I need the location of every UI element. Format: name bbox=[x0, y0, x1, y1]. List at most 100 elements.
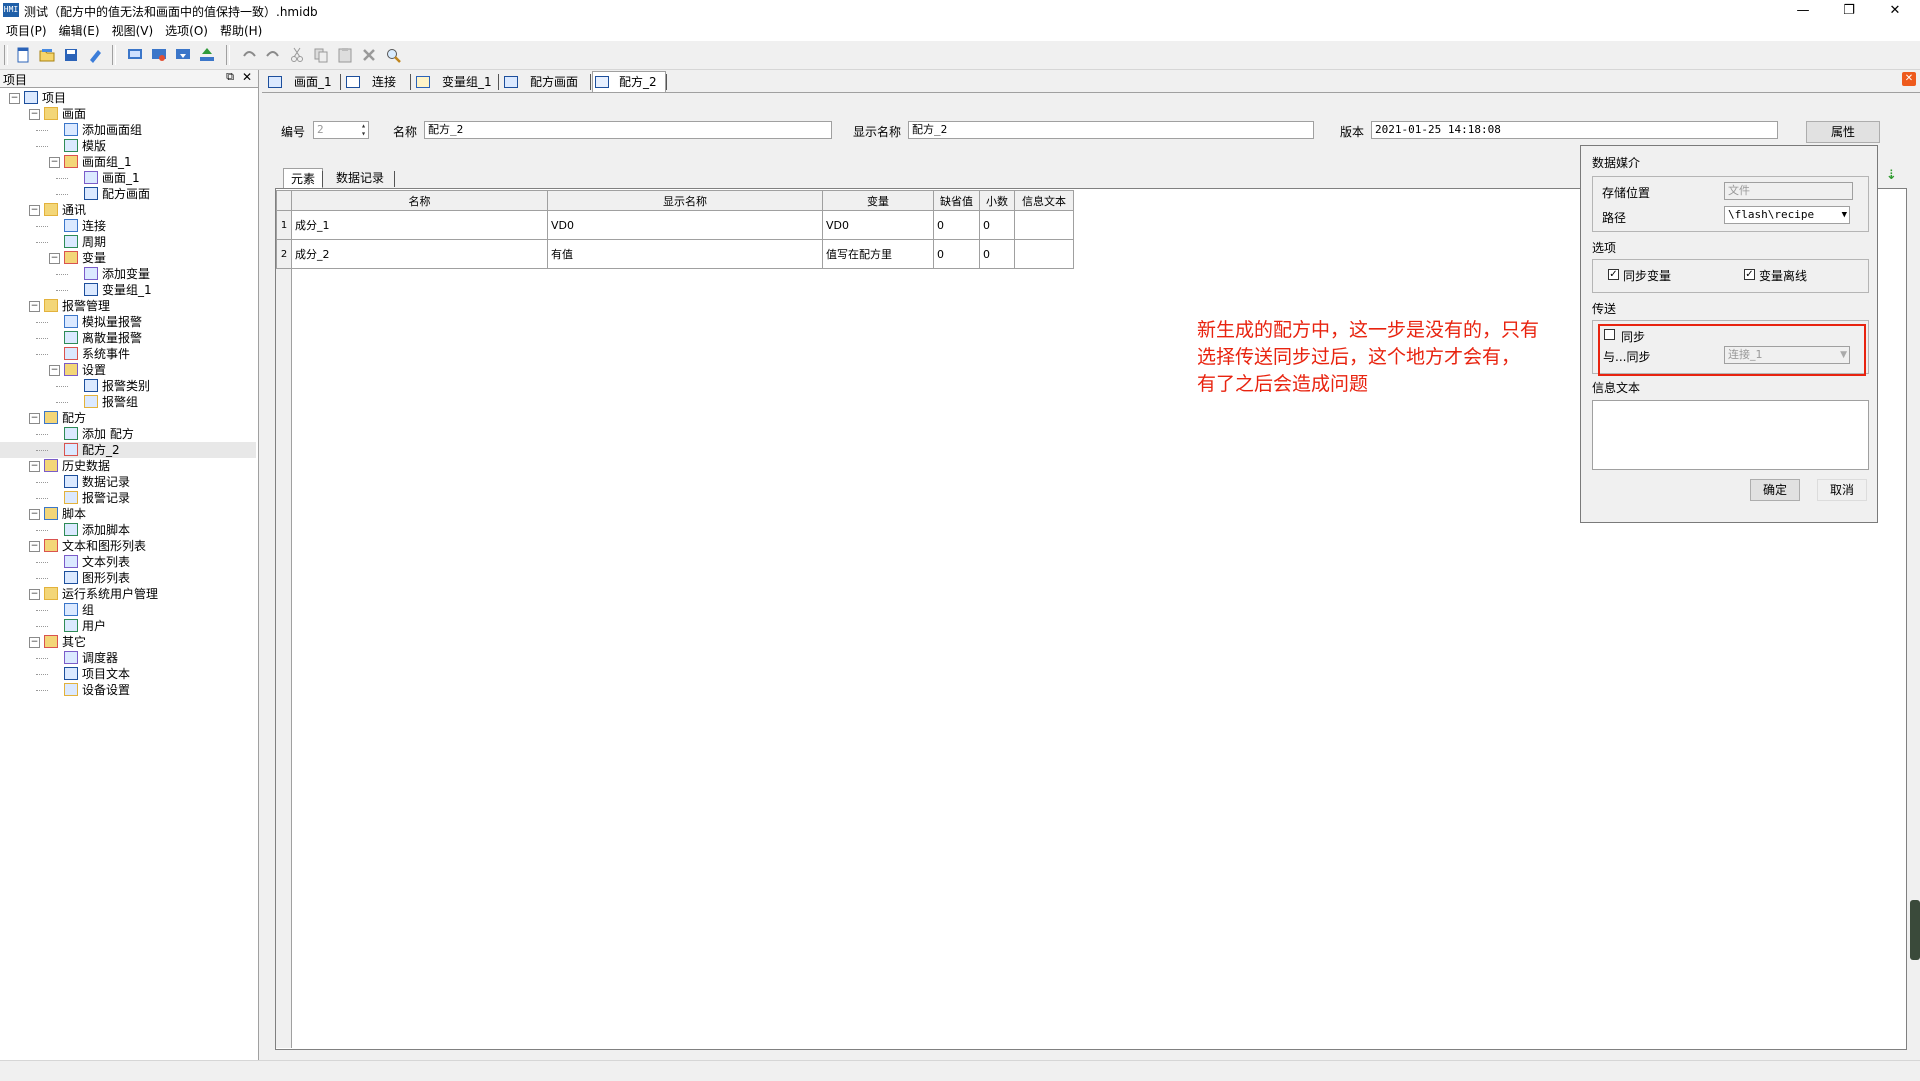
tab-recipe-screen[interactable]: 配方画面 bbox=[504, 72, 586, 92]
cell-display-name[interactable]: VD0 bbox=[547, 210, 823, 240]
table-row[interactable]: 1 成分_1 VD0 VD0 0 0 bbox=[276, 210, 1074, 240]
tree-item[interactable]: 组 bbox=[0, 602, 256, 618]
cell-decimals[interactable]: 0 bbox=[979, 239, 1015, 269]
close-panel-icon[interactable]: ✕ bbox=[242, 70, 252, 84]
restore-icon[interactable]: ❐ bbox=[1826, 0, 1872, 22]
collapse-toggle-icon[interactable]: − bbox=[29, 637, 40, 648]
cell-name[interactable]: 成分_2 bbox=[291, 239, 548, 269]
tree-item[interactable]: 调度器 bbox=[0, 650, 256, 666]
collapse-toggle-icon[interactable]: − bbox=[9, 93, 20, 104]
info-text-area[interactable] bbox=[1592, 400, 1869, 470]
tab-elements[interactable]: 元素 bbox=[283, 168, 323, 189]
cut-icon[interactable] bbox=[288, 46, 306, 64]
variable-offline-checkbox[interactable]: ✓ bbox=[1744, 269, 1755, 280]
cell-decimals[interactable]: 0 bbox=[979, 210, 1015, 240]
cell-variable[interactable]: 值写在配方里 bbox=[822, 239, 934, 269]
tree-item[interactable]: 添加 配方 bbox=[0, 426, 256, 442]
tree-item[interactable]: − 配方 bbox=[0, 410, 256, 426]
tree-item[interactable]: 连接 bbox=[0, 218, 256, 234]
collapse-toggle-icon[interactable]: − bbox=[49, 157, 60, 168]
tree-item[interactable]: 添加脚本 bbox=[0, 522, 256, 538]
side-scroll-handle[interactable] bbox=[1910, 900, 1920, 960]
path-select[interactable]: \flash\recipe ▼ bbox=[1724, 206, 1850, 224]
collapse-toggle-icon[interactable]: − bbox=[29, 301, 40, 312]
column-header-display-name[interactable]: 显示名称 bbox=[547, 190, 823, 211]
tree-item[interactable]: 添加画面组 bbox=[0, 122, 256, 138]
open-folder-icon[interactable] bbox=[38, 46, 56, 64]
copy-icon[interactable] bbox=[312, 46, 330, 64]
cell-name[interactable]: 成分_1 bbox=[291, 210, 548, 240]
tree-item[interactable]: 设备设置 bbox=[0, 682, 256, 698]
collapse-toggle-icon[interactable]: − bbox=[29, 461, 40, 472]
tree-item[interactable]: − 历史数据 bbox=[0, 458, 256, 474]
tree-item[interactable]: 报警组 bbox=[0, 394, 256, 410]
cell-default-value[interactable]: 0 bbox=[933, 210, 980, 240]
new-file-icon[interactable] bbox=[14, 46, 32, 64]
tab-recipe-2[interactable]: 配方_2 bbox=[592, 71, 666, 92]
close-document-icon[interactable]: ✕ bbox=[1902, 72, 1916, 86]
tab-data-log[interactable]: 数据记录 bbox=[336, 168, 392, 188]
minimize-icon[interactable]: — bbox=[1780, 0, 1826, 22]
tree-item[interactable]: 变量组_1 bbox=[0, 282, 256, 298]
cell-display-name[interactable]: 有值 bbox=[547, 239, 823, 269]
collapse-toggle-icon[interactable]: − bbox=[29, 109, 40, 120]
tree-item[interactable]: 报警记录 bbox=[0, 490, 256, 506]
menu-project[interactable]: 项目(P) bbox=[0, 22, 53, 41]
tree-item[interactable]: − 脚本 bbox=[0, 506, 256, 522]
paste-icon[interactable] bbox=[336, 46, 354, 64]
tree-item[interactable]: 配方_2 bbox=[0, 442, 256, 458]
save-icon[interactable] bbox=[62, 46, 80, 64]
collapse-toggle-icon[interactable]: − bbox=[29, 541, 40, 552]
tab-connection[interactable]: 连接 bbox=[346, 72, 408, 92]
cell-default-value[interactable]: 0 bbox=[933, 239, 980, 269]
menu-options[interactable]: 选项(O) bbox=[159, 22, 214, 41]
sync-variable-checkbox[interactable]: ✓ bbox=[1608, 269, 1619, 280]
storage-field[interactable]: 文件 bbox=[1724, 182, 1853, 200]
menu-edit[interactable]: 编辑(E) bbox=[53, 22, 106, 41]
tree-item[interactable]: 文本列表 bbox=[0, 554, 256, 570]
tree-item[interactable]: 画面_1 bbox=[0, 170, 256, 186]
cell-info-text[interactable] bbox=[1014, 239, 1074, 269]
chevron-down-icon[interactable]: ▼ bbox=[1842, 207, 1847, 223]
tree-item[interactable]: 模版 bbox=[0, 138, 256, 154]
tree-item[interactable]: 模拟量报警 bbox=[0, 314, 256, 330]
spinner-arrows-icon[interactable]: ▴ ▾ bbox=[361, 122, 366, 138]
cell-info-text[interactable] bbox=[1014, 210, 1074, 240]
tree-item[interactable]: − 报警管理 bbox=[0, 298, 256, 314]
cell-variable[interactable]: VD0 bbox=[822, 210, 934, 240]
row-number[interactable]: 1 bbox=[276, 210, 292, 240]
properties-button[interactable]: 属性 bbox=[1806, 121, 1880, 143]
float-panel-icon[interactable]: ⧉ bbox=[226, 70, 234, 84]
tree-item[interactable]: − 通讯 bbox=[0, 202, 256, 218]
collapse-toggle-icon[interactable]: − bbox=[49, 365, 60, 376]
arrow-down-icon[interactable]: ⇣ bbox=[1886, 168, 1897, 183]
tab-variable-group-1[interactable]: 变量组_1 bbox=[416, 72, 496, 92]
tab-screen-1[interactable]: 画面_1 bbox=[268, 72, 338, 92]
tree-item[interactable]: 用户 bbox=[0, 618, 256, 634]
collapse-toggle-icon[interactable]: − bbox=[29, 205, 40, 216]
tree-item[interactable]: − 项目 bbox=[0, 90, 256, 106]
collapse-toggle-icon[interactable]: − bbox=[29, 413, 40, 424]
tree-item[interactable]: 周期 bbox=[0, 234, 256, 250]
redo-icon[interactable] bbox=[264, 46, 282, 64]
tree-item[interactable]: − 运行系统用户管理 bbox=[0, 586, 256, 602]
simulate-icon[interactable] bbox=[150, 46, 168, 64]
name-field[interactable]: 配方_2 bbox=[424, 121, 832, 139]
tree-item[interactable]: 项目文本 bbox=[0, 666, 256, 682]
collapse-toggle-icon[interactable]: − bbox=[49, 253, 60, 264]
tree-item[interactable]: 配方画面 bbox=[0, 186, 256, 202]
collapse-toggle-icon[interactable]: − bbox=[29, 509, 40, 520]
tree-item[interactable]: − 画面组_1 bbox=[0, 154, 256, 170]
upload-icon[interactable] bbox=[198, 46, 216, 64]
delete-icon[interactable] bbox=[360, 46, 378, 64]
undo-icon[interactable] bbox=[240, 46, 258, 64]
column-header-info-text[interactable]: 信息文本 bbox=[1014, 190, 1074, 211]
ok-button[interactable]: 确定 bbox=[1750, 479, 1800, 501]
tree-item[interactable]: − 设置 bbox=[0, 362, 256, 378]
tree-item[interactable]: − 文本和图形列表 bbox=[0, 538, 256, 554]
transfer-icon[interactable] bbox=[174, 46, 192, 64]
column-header-default-value[interactable]: 缺省值 bbox=[933, 190, 980, 211]
tree-item[interactable]: − 其它 bbox=[0, 634, 256, 650]
find-icon[interactable] bbox=[384, 46, 402, 64]
close-icon[interactable]: ✕ bbox=[1872, 0, 1918, 22]
